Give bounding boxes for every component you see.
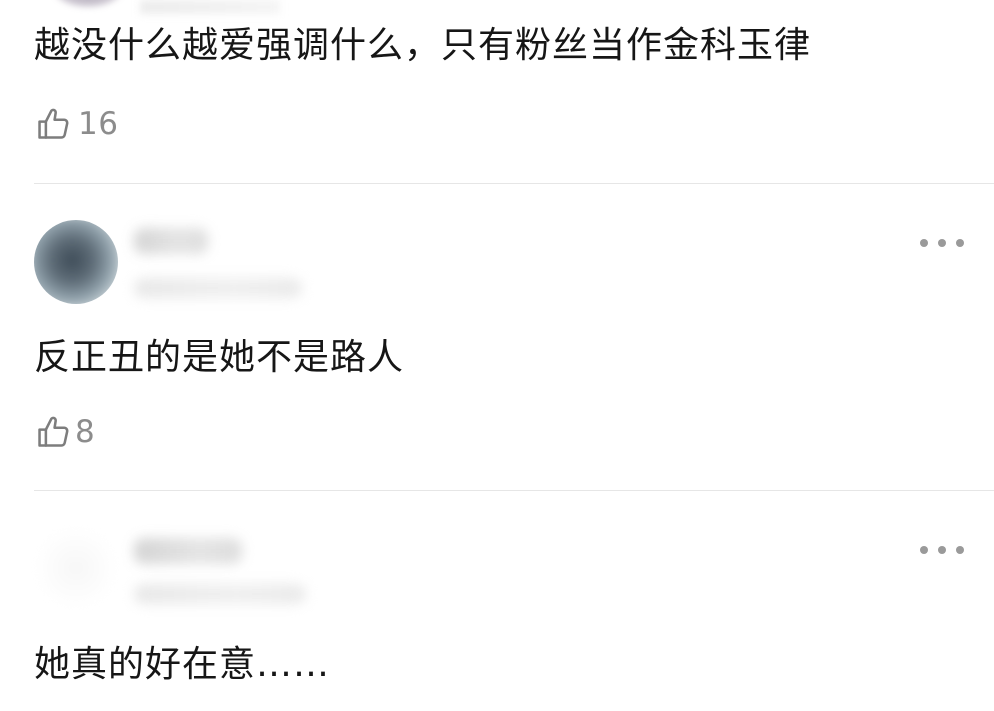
divider: [34, 490, 994, 491]
divider: [34, 183, 994, 184]
comment-2-like-count: 8: [75, 414, 96, 450]
comment-2-timestamp-blurred: [134, 278, 302, 298]
comment-3-more-button[interactable]: [920, 540, 964, 560]
thumbs-up-icon: [38, 416, 69, 447]
comment-2-more-button[interactable]: [920, 233, 964, 253]
more-dot: [956, 239, 964, 247]
more-dot: [938, 239, 946, 247]
comment-3-text: 她真的好在意……: [34, 644, 331, 685]
comment-2-avatar[interactable]: [34, 220, 118, 304]
previous-comment-meta-blurred: [140, 0, 280, 14]
comment-2-text: 反正丑的是她不是路人: [34, 337, 405, 378]
comment-1-like-count: 16: [78, 106, 119, 142]
thumbs-up-icon: [38, 108, 69, 139]
comment-3-timestamp-blurred: [134, 584, 306, 604]
comment-3-username-blurred[interactable]: [134, 538, 242, 564]
comment-3-avatar[interactable]: [34, 526, 118, 610]
comment-1-like-button[interactable]: 16: [34, 104, 118, 144]
previous-comment-avatar: [52, 0, 124, 8]
more-dot: [956, 546, 964, 554]
comment-2-username-blurred[interactable]: [134, 228, 208, 254]
more-dot: [938, 546, 946, 554]
comment-2-like-button[interactable]: 8: [34, 412, 95, 452]
more-dot: [920, 546, 928, 554]
more-dot: [920, 239, 928, 247]
comment-1-text: 越没什么越爱强调什么，只有粉丝当作金科玉律: [34, 25, 812, 66]
